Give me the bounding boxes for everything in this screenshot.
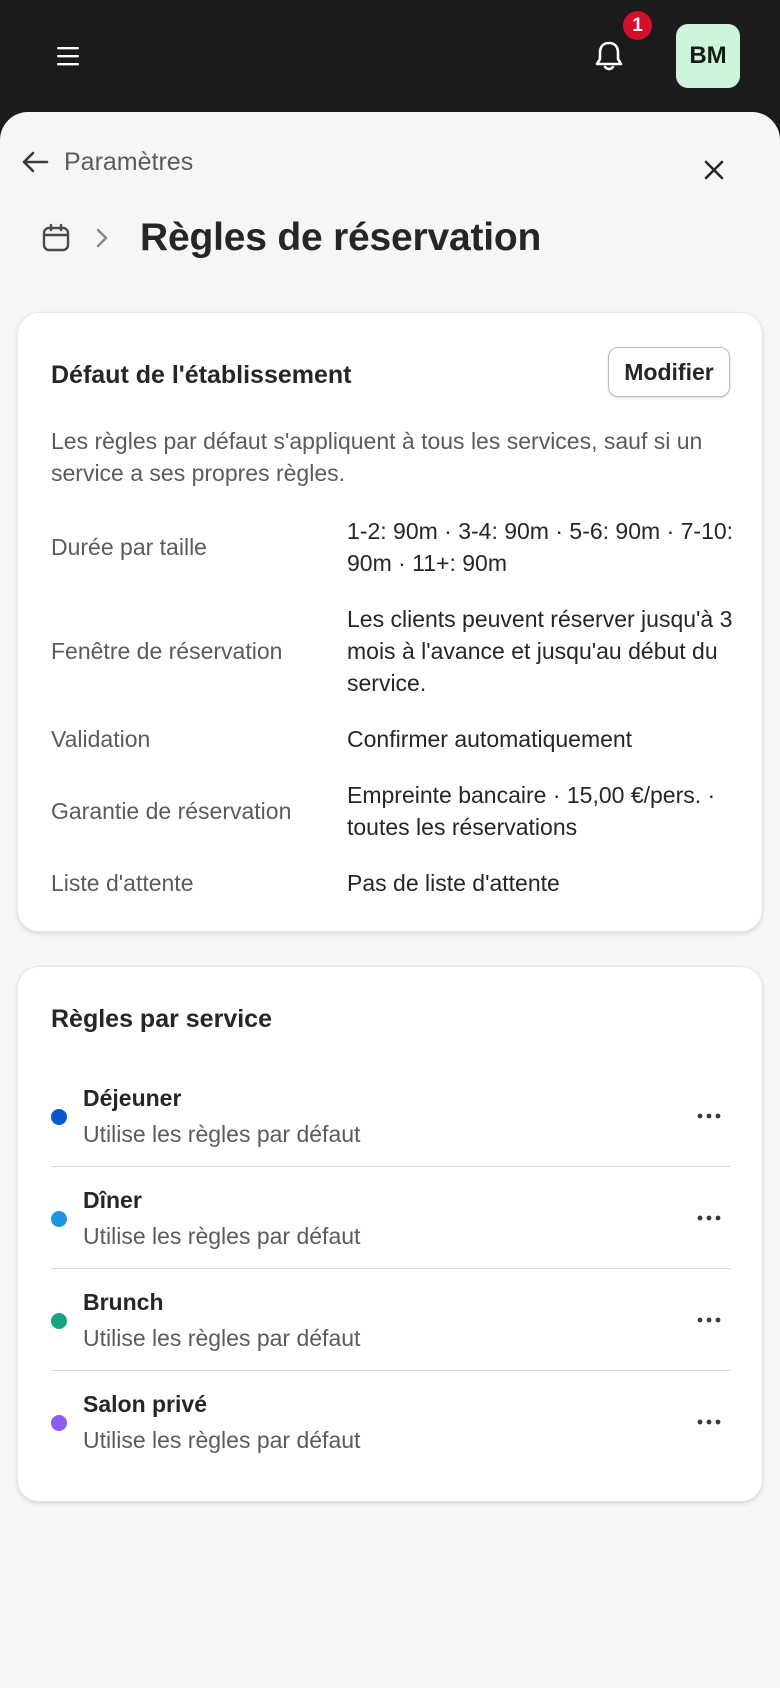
- defaults-card-title: Défaut de l'établissement: [51, 361, 352, 389]
- avatar[interactable]: BM: [676, 24, 740, 88]
- service-item-diner[interactable]: Dîner Utilise les règles par défaut: [51, 1167, 731, 1269]
- service-name: Dîner: [83, 1187, 142, 1213]
- service-rules-card: Règles par service Déjeuner Utilise les …: [17, 966, 763, 1502]
- service-color-dot: [51, 1109, 67, 1125]
- rule-row-duration: Durée par taille 1-2: 90m · 3-4: 90m · 5…: [51, 515, 741, 579]
- calendar-icon[interactable]: [40, 222, 72, 254]
- rule-label: Garantie de réservation: [51, 798, 292, 824]
- rule-row-booking-window: Fenêtre de réservation Les clients peuve…: [51, 603, 741, 699]
- establishment-defaults-card: Défaut de l'établissement Modifier Les r…: [17, 312, 763, 932]
- service-item-brunch[interactable]: Brunch Utilise les règles par défaut: [51, 1269, 731, 1371]
- more-options-button[interactable]: [689, 1405, 729, 1439]
- rule-value: Les clients peuvent réserver jusqu'à 3 m…: [347, 606, 733, 696]
- modify-button[interactable]: Modifier: [608, 347, 730, 397]
- service-color-dot: [51, 1313, 67, 1329]
- close-icon: [704, 160, 724, 180]
- rule-value: Empreinte bancaire · 15,00 €/pers. · tou…: [347, 782, 716, 840]
- more-options-button[interactable]: [689, 1099, 729, 1133]
- settings-sheet: Paramètres Règles de réservation Défaut …: [0, 112, 780, 1688]
- service-item-dejeuner[interactable]: Déjeuner Utilise les règles par défaut: [51, 1065, 731, 1167]
- top-bar: 1 BM: [0, 0, 780, 116]
- bell-icon: [595, 41, 623, 71]
- rule-value: Confirmer automatiquement: [347, 726, 633, 752]
- service-rules-title: Règles par service: [51, 1005, 272, 1033]
- notification-badge: 1: [623, 11, 652, 40]
- service-color-dot: [51, 1415, 67, 1431]
- service-item-salon-prive[interactable]: Salon privé Utilise les règles par défau…: [51, 1371, 731, 1473]
- rule-label: Validation: [51, 726, 151, 752]
- page-title: Règles de réservation: [140, 216, 542, 259]
- service-status: Utilise les règles par défaut: [83, 1121, 361, 1147]
- more-horizontal-icon: [697, 1419, 721, 1425]
- rule-label: Liste d'attente: [51, 870, 194, 896]
- breadcrumb: Règles de réservation: [40, 208, 541, 268]
- more-horizontal-icon: [697, 1317, 721, 1323]
- menu-button[interactable]: [50, 38, 86, 74]
- defaults-intro-text: Les règles par défaut s'appliquent à tou…: [51, 428, 703, 486]
- rule-row-validation: Validation Confirmer automatiquement: [51, 723, 741, 755]
- rule-value: Pas de liste d'attente: [347, 870, 560, 896]
- service-status: Utilise les règles par défaut: [83, 1325, 361, 1351]
- more-options-button[interactable]: [689, 1303, 729, 1337]
- more-horizontal-icon: [697, 1113, 721, 1119]
- arrow-left-icon: [22, 151, 49, 173]
- rule-label: Fenêtre de réservation: [51, 638, 283, 664]
- hamburger-icon: [57, 47, 79, 66]
- service-name: Brunch: [83, 1289, 164, 1315]
- rule-value: 1-2: 90m · 3-4: 90m · 5-6: 90m · 7-10: 9…: [347, 518, 734, 576]
- service-status: Utilise les règles par défaut: [83, 1427, 361, 1453]
- back-label: Paramètres: [64, 147, 194, 176]
- service-color-dot: [51, 1211, 67, 1227]
- notifications-button[interactable]: [585, 36, 633, 76]
- service-name: Salon privé: [83, 1391, 207, 1417]
- more-options-button[interactable]: [689, 1201, 729, 1235]
- service-status: Utilise les règles par défaut: [83, 1223, 361, 1249]
- back-to-settings-link[interactable]: Paramètres: [20, 142, 193, 182]
- chevron-right-icon: [90, 226, 114, 250]
- more-horizontal-icon: [697, 1215, 721, 1221]
- close-button[interactable]: [696, 152, 732, 188]
- rule-row-waitlist: Liste d'attente Pas de liste d'attente: [51, 867, 741, 899]
- rule-label: Durée par taille: [51, 534, 207, 560]
- service-name: Déjeuner: [83, 1085, 182, 1111]
- rule-row-guarantee: Garantie de réservation Empreinte bancai…: [51, 779, 741, 843]
